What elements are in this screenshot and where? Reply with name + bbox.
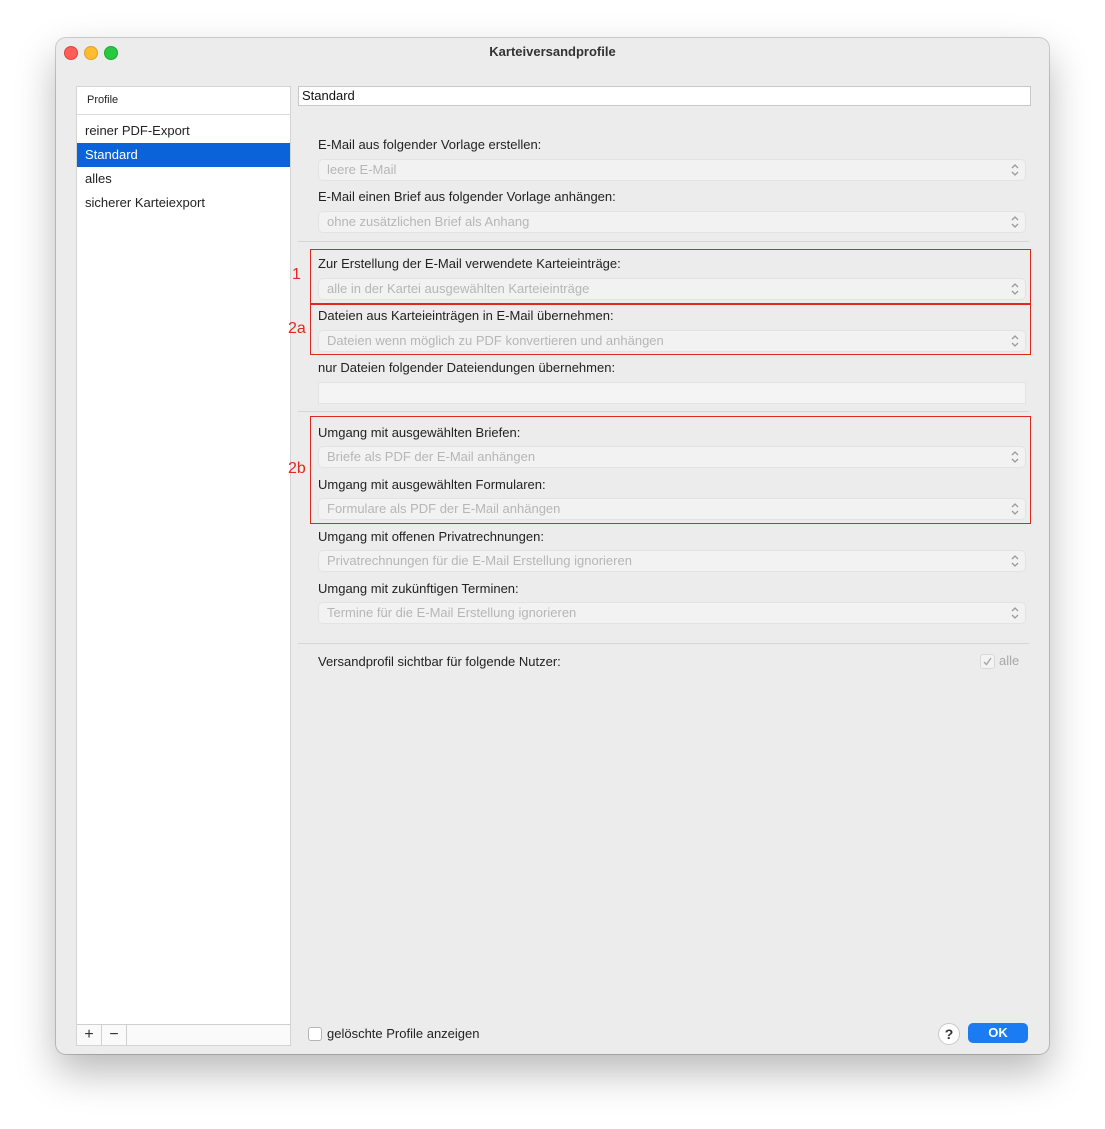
dateien-value: Dateien wenn möglich zu PDF konvertieren… [327, 333, 664, 348]
endungen-input[interactable] [318, 382, 1026, 404]
sidebar-item-sicherer-karteiexport[interactable]: sicherer Karteiexport [77, 191, 290, 215]
add-profile-button[interactable]: + [77, 1025, 102, 1045]
brief-popup[interactable]: ohne zusätzlichen Brief als Anhang [318, 211, 1026, 233]
privat-popup[interactable]: Privatrechnungen für die E-Mail Erstellu… [318, 550, 1026, 572]
brief-value: ohne zusätzlichen Brief als Anhang [327, 214, 530, 229]
chevron-updown-icon [1011, 283, 1019, 295]
eintraege-label: Zur Erstellung der E-Mail verwendete Kar… [318, 256, 621, 271]
show-deleted-checkbox[interactable] [308, 1027, 322, 1041]
close-window-button[interactable] [64, 46, 78, 60]
sidebar-item-alles[interactable]: alles [77, 167, 290, 191]
sidebar-header: Profile [77, 87, 290, 115]
dateien-label: Dateien aus Karteieinträgen in E-Mail üb… [318, 308, 614, 323]
termine-popup[interactable]: Termine für die E-Mail Erstellung ignori… [318, 602, 1026, 624]
briefe-label: Umgang mit ausgewählten Briefen: [318, 425, 521, 440]
chevron-updown-icon [1011, 216, 1019, 228]
ok-button[interactable]: OK [968, 1023, 1028, 1043]
annotation-label-1: 1 [292, 266, 301, 283]
termine-label: Umgang mit zukünftigen Terminen: [318, 581, 519, 596]
chevron-updown-icon [1011, 555, 1019, 567]
chevron-updown-icon [1011, 335, 1019, 347]
separator [298, 411, 1029, 412]
profile-list: reiner PDF-Export Standard alles sichere… [77, 119, 290, 215]
annotation-label-2b: 2b [288, 460, 306, 477]
eintraege-value: alle in der Kartei ausgewählten Karteiei… [327, 281, 590, 296]
briefe-popup[interactable]: Briefe als PDF der E-Mail anhängen [318, 446, 1026, 468]
separator [298, 241, 1029, 242]
profile-name-input[interactable]: Standard [298, 86, 1031, 106]
vorlage-value: leere E-Mail [327, 162, 397, 177]
vorlage-popup[interactable]: leere E-Mail [318, 159, 1026, 181]
chevron-updown-icon [1011, 164, 1019, 176]
profile-sidebar: Profile reiner PDF-Export Standard alles… [76, 86, 291, 1046]
sidebar-item-standard[interactable]: Standard [77, 143, 290, 167]
chevron-updown-icon [1011, 451, 1019, 463]
formulare-label: Umgang mit ausgewählten Formularen: [318, 477, 546, 492]
chevron-updown-icon [1011, 607, 1019, 619]
eintraege-popup[interactable]: alle in der Kartei ausgewählten Karteiei… [318, 278, 1026, 300]
vorlage-label: E-Mail aus folgender Vorlage erstellen: [318, 137, 542, 152]
zoom-window-button[interactable] [104, 46, 118, 60]
formulare-value: Formulare als PDF der E-Mail anhängen [327, 501, 561, 516]
separator [298, 643, 1029, 644]
sidebar-footer: + − [77, 1024, 290, 1045]
chevron-updown-icon [1011, 503, 1019, 515]
window-title: Karteiversandprofile [489, 44, 616, 59]
briefe-value: Briefe als PDF der E-Mail anhängen [327, 449, 536, 464]
endungen-label: nur Dateien folgender Dateiendungen über… [318, 360, 616, 375]
minimize-window-button[interactable] [84, 46, 98, 60]
privat-value: Privatrechnungen für die E-Mail Erstellu… [327, 553, 632, 568]
sidebar-item-reiner-pdf-export[interactable]: reiner PDF-Export [77, 119, 290, 143]
nutzer-alle-label: alle [999, 653, 1020, 668]
help-button[interactable]: ? [938, 1023, 960, 1045]
show-deleted-label[interactable]: gelöschte Profile anzeigen [327, 1026, 480, 1041]
annotation-label-2a: 2a [288, 320, 306, 337]
dialog-window: Karteiversandprofile Profile reiner PDF-… [56, 38, 1049, 1054]
nutzer-label: Versandprofil sichtbar für folgende Nutz… [318, 654, 561, 669]
remove-profile-button[interactable]: − [102, 1025, 127, 1045]
brief-label: E-Mail einen Brief aus folgender Vorlage… [318, 189, 616, 204]
dateien-popup[interactable]: Dateien wenn möglich zu PDF konvertieren… [318, 330, 1026, 352]
nutzer-alle-checkbox[interactable] [980, 654, 995, 669]
termine-value: Termine für die E-Mail Erstellung ignori… [327, 605, 577, 620]
formulare-popup[interactable]: Formulare als PDF der E-Mail anhängen [318, 498, 1026, 520]
checkmark-icon [983, 657, 992, 666]
privat-label: Umgang mit offenen Privatrechnungen: [318, 529, 544, 544]
